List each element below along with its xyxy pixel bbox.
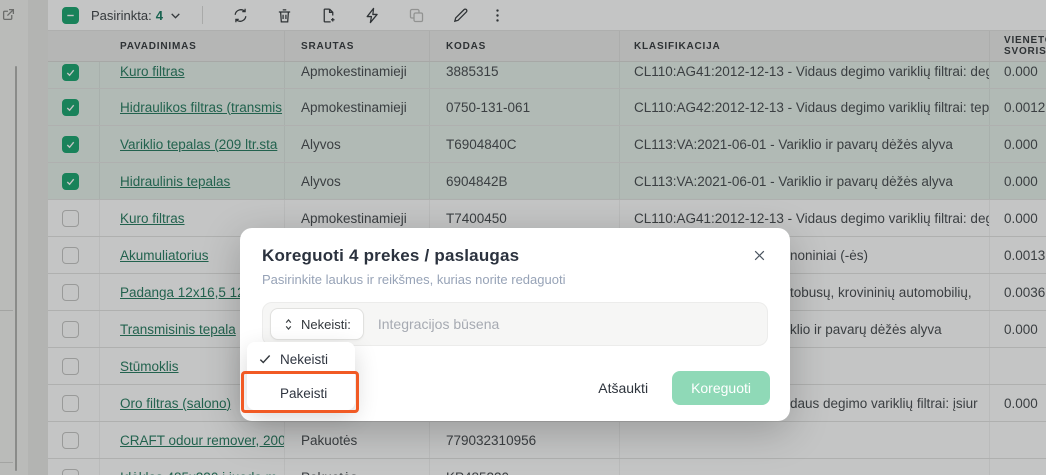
edit-field-row: Nekeisti: Integracijos būsena <box>262 302 768 346</box>
cancel-button[interactable]: Atšaukti <box>594 374 652 402</box>
change-mode-value: Nekeisti: <box>301 317 351 332</box>
change-mode-dropdown: Nekeisti Pakeisti <box>247 342 355 410</box>
check-icon <box>258 352 272 366</box>
submit-button[interactable]: Koreguoti <box>672 371 770 405</box>
menu-item-nekeisti[interactable]: Nekeisti <box>247 342 355 376</box>
integration-status-placeholder[interactable]: Integracijos būsena <box>378 316 499 332</box>
modal-footer: Atšaukti Koreguoti <box>594 371 770 405</box>
change-mode-select[interactable]: Nekeisti: <box>270 308 364 340</box>
close-icon[interactable] <box>748 244 770 266</box>
menu-item-pakeisti[interactable]: Pakeisti <box>247 376 355 410</box>
modal-title: Koreguoti 4 prekes / paslaugas <box>262 246 768 266</box>
modal-subtitle: Pasirinkite laukus ir reikšmes, kurias n… <box>262 272 768 287</box>
